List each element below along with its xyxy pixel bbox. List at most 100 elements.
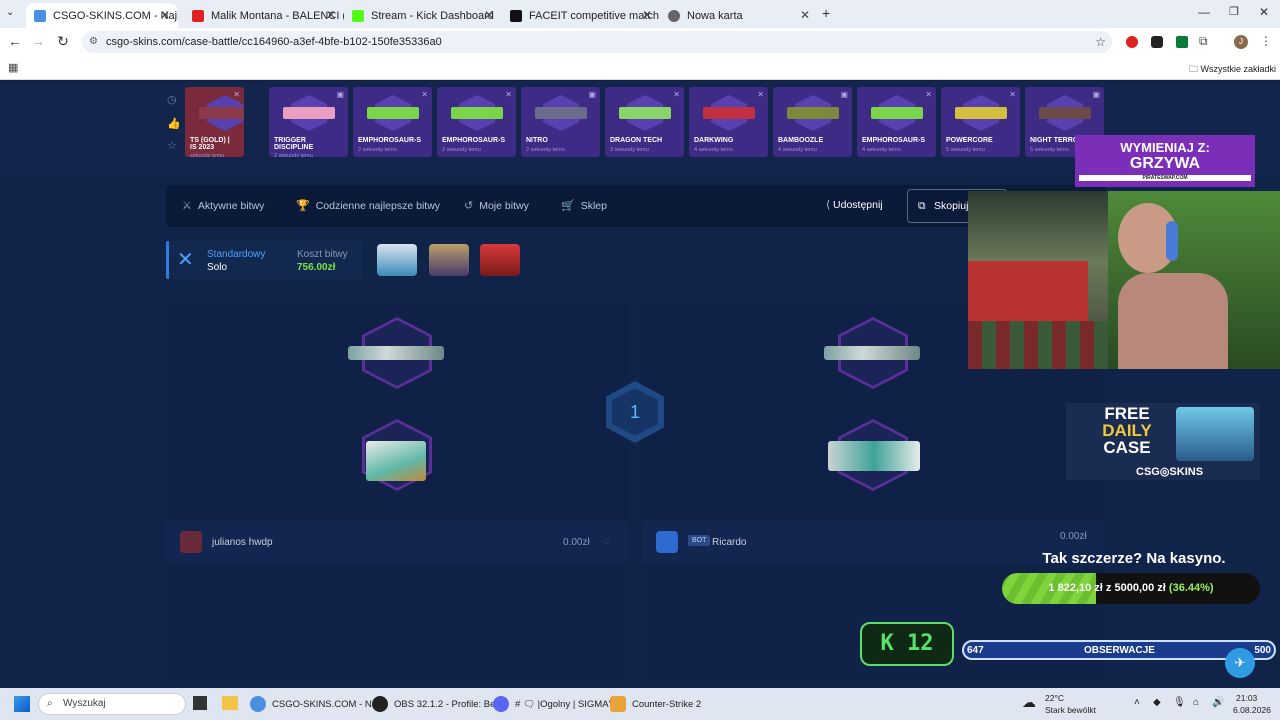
live-drop-card[interactable]: DRAGON TECH 3 sekundy temu ✕ <box>605 87 684 157</box>
shop-link[interactable]: 🛒 Sklep <box>561 199 607 213</box>
info-icon[interactable]: ◌ <box>604 536 610 547</box>
tab-kick[interactable]: Stream - Kick Dashboard ✕ <box>344 3 502 28</box>
goal-text: 1 822,10 zł z 5000,00 zł (36.44%) <box>1002 573 1260 604</box>
discord-icon <box>493 696 509 712</box>
app-tray-icon[interactable]: ◆ <box>1153 697 1161 708</box>
obs-icon <box>372 696 388 712</box>
taskbar-item-obs[interactable]: OBS 32.1.2 - Profile: Bez <box>372 694 500 714</box>
daily-best-link[interactable]: 🏆 Codzienne najlepsze bitwy <box>296 199 440 213</box>
taskbar-item-discord[interactable]: # 🗨 |Ogolny | SIGMA'S <box>493 694 617 714</box>
close-icon[interactable]: ✕ <box>800 8 810 22</box>
restore-button[interactable]: ❐ <box>1229 5 1239 18</box>
weapon-skin-image <box>348 346 444 360</box>
case-image[interactable] <box>480 244 520 276</box>
drop-time: sekundy temu <box>190 153 225 157</box>
tab-csgo-skins[interactable]: CSGO-SKINS.COM - Najlep ✕ <box>26 3 178 28</box>
task-view-icon[interactable] <box>193 696 207 710</box>
tab-list-icon[interactable]: ⌄ <box>6 7 14 18</box>
taskbar-item-chrome[interactable]: CSGO-SKINS.COM - Naj <box>250 694 379 714</box>
tab-new[interactable]: Nowa karta ✕ <box>660 3 818 28</box>
floor-mat <box>968 321 1128 369</box>
taskbar-search[interactable]: ⌕ Wyszukaj <box>38 693 186 715</box>
tab-title: Nowa karta <box>687 9 743 22</box>
player-amount: 0.00zł <box>1060 531 1087 542</box>
live-drop-card[interactable]: DARKWING 4 sekundy temu ✕ <box>689 87 768 157</box>
close-icon[interactable]: ✕ <box>642 8 652 22</box>
new-tab-button[interactable]: + <box>822 5 830 21</box>
promo-title: Tak szczerze? Na kasyno. <box>1042 550 1226 567</box>
menu-dots-icon[interactable]: ⋮ <box>1260 34 1272 48</box>
volume-icon[interactable]: 🔊 <box>1212 697 1224 708</box>
clock-icon[interactable]: ◷ <box>167 93 177 106</box>
live-drop-card[interactable]: TS (GOLD) | IS 2023 sekundy temu ✕ <box>185 87 244 157</box>
goal-target: 5000,00 zł <box>1114 582 1166 594</box>
tab-faceit[interactable]: FACEIT competitive match - FAC ✕ <box>502 3 660 28</box>
live-drop-card[interactable]: TRIGGER DISCIPLINE 2 sekundy temu ▣ <box>269 87 348 157</box>
live-drop-card[interactable]: NITRO 2 sekundy temu ▣ <box>521 87 600 157</box>
ad-line: CASE <box>1103 438 1151 457</box>
crossed-swords-icon: ✕ <box>177 249 194 271</box>
close-icon[interactable]: ✕ <box>484 8 494 22</box>
weapon-skin-image <box>871 107 923 119</box>
drop-item-name: DARKWING <box>694 137 734 144</box>
apps-grid-icon[interactable]: ▦ <box>8 61 18 74</box>
shop-label: Sklep <box>580 199 607 212</box>
box-icon: ▣ <box>588 90 596 99</box>
star-icon[interactable]: ☆ <box>167 139 177 152</box>
thumbs-up-icon[interactable]: 👍 <box>167 117 181 130</box>
opera-extension-icon[interactable] <box>1126 36 1138 48</box>
live-drop-card[interactable]: EMPHOROSAUR-S 4 sekundy temu ✕ <box>857 87 936 157</box>
taskbar-item-cs2[interactable]: Counter-Strike 2 <box>610 694 701 714</box>
chevron-up-icon[interactable]: ˄ <box>1134 697 1140 708</box>
weapon-skin-image <box>367 107 419 119</box>
drop-time: 2 sekundy temu <box>274 153 313 157</box>
extension-icon[interactable] <box>1151 36 1163 48</box>
forward-button[interactable]: → <box>26 33 50 49</box>
player-1-items <box>166 565 628 685</box>
box-icon: ▣ <box>840 90 848 99</box>
browser-tab-bar: ⌄ CSGO-SKINS.COM - Najlep ✕ Malik Montan… <box>0 0 1280 28</box>
live-drop-card[interactable]: POWERCORE 5 sekundy temu ✕ <box>941 87 1020 157</box>
reload-button[interactable]: ↻ <box>51 33 75 50</box>
close-icon[interactable]: ✕ <box>160 8 170 22</box>
drop-time: 2 sekundy temu <box>358 147 397 153</box>
windows-start-icon[interactable] <box>14 696 30 712</box>
site-info-icon[interactable]: ⚙ <box>89 31 98 53</box>
weapon-skin-image <box>787 107 839 119</box>
case-image[interactable] <box>429 244 469 276</box>
file-explorer-icon[interactable] <box>222 696 238 710</box>
bookmark-star-icon[interactable]: ☆ <box>1095 31 1106 53</box>
player-name: Ricardo <box>712 537 747 548</box>
window-close-button[interactable]: ✕ <box>1259 5 1269 19</box>
live-drop-card[interactable]: EMPHOROSAUR-S 2 sekundy temu ✕ <box>353 87 432 157</box>
avatar <box>180 531 202 553</box>
case-image[interactable] <box>377 244 417 276</box>
profile-avatar[interactable]: J <box>1234 35 1248 49</box>
live-drop-card[interactable]: BAMBOOZLE 4 sekundy temu ▣ <box>773 87 852 157</box>
cloudy-weather-icon[interactable]: ☁ <box>1022 694 1036 711</box>
faceit-icon <box>510 9 522 22</box>
share-button[interactable]: ⟨ Udostępnij <box>826 199 883 211</box>
tab-youtube[interactable]: Malik Montana - BALENCI (prod ✕ <box>184 3 344 28</box>
bookmarks-folder[interactable]: 🗀 Wszystkie zakładki <box>1189 62 1276 78</box>
weapon-skin-image <box>703 107 755 119</box>
my-battles-link[interactable]: ↺ Moje bitwy <box>464 199 529 213</box>
search-icon: ⌕ <box>47 698 53 709</box>
taskbar-item-label: CSGO-SKINS.COM - Naj <box>272 698 380 710</box>
live-drop-card[interactable]: EMPHOROSAUR-S 2 sekundy temu ✕ <box>437 87 516 157</box>
goal-current: 1 822,10 zł <box>1048 582 1103 594</box>
close-icon[interactable]: ✕ <box>326 8 336 22</box>
webcam-overlay <box>968 191 1280 369</box>
minimize-button[interactable]: — <box>1198 5 1210 19</box>
extensions-puzzle-icon[interactable]: ⧉ <box>1199 34 1208 49</box>
url-field[interactable]: ⚙ csgo-skins.com/case-battle/cc164960-a3… <box>82 31 1112 53</box>
windows-taskbar: ⌕ Wyszukaj CSGO-SKINS.COM - Naj OBS 32.1… <box>0 688 1280 720</box>
network-icon[interactable]: ⌂ <box>1193 697 1199 708</box>
active-battles-link[interactable]: ⚔ Aktywne bitwy <box>182 199 264 213</box>
bot-badge: BOT <box>688 535 711 546</box>
battle-mode-box: ✕ Standardowy Solo Koszt bitwy 756.00zł <box>166 241 362 279</box>
microphone-icon[interactable]: 🎙 <box>1173 697 1186 708</box>
back-button[interactable]: ← <box>3 33 27 49</box>
extension-icon[interactable] <box>1176 36 1188 48</box>
chat-bubble-icon[interactable]: ✈ <box>1225 648 1255 678</box>
